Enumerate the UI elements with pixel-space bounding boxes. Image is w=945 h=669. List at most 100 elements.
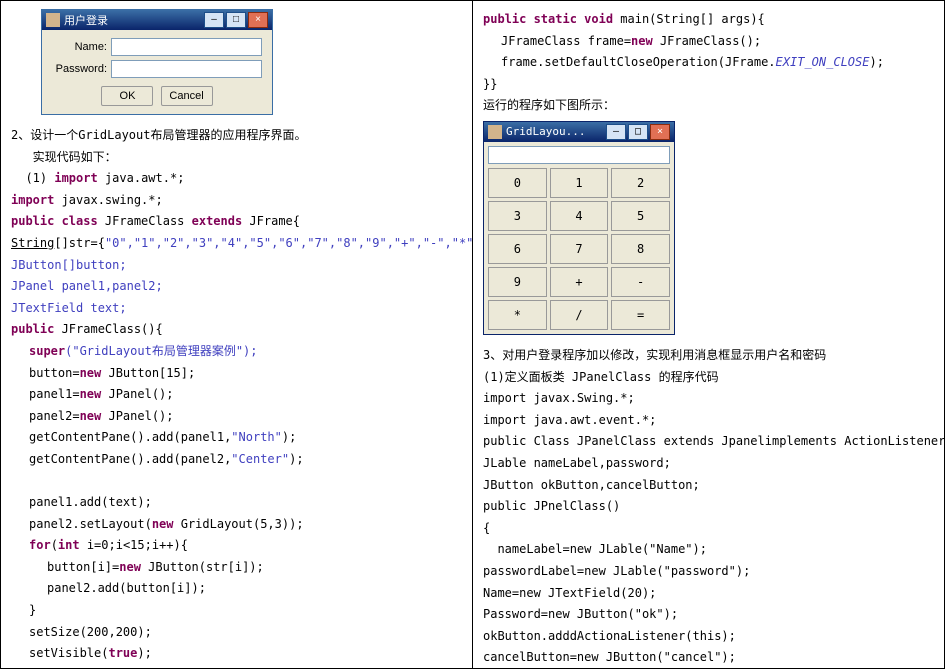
grid-button[interactable]: / xyxy=(550,300,609,330)
code-line: Name=new JTextField(20); xyxy=(483,583,934,605)
t: JFrameClass(); xyxy=(660,34,761,48)
grid-button[interactable]: + xyxy=(550,267,609,297)
kw: public xyxy=(11,322,62,336)
code-line: JPanel panel1,panel2; xyxy=(11,276,462,298)
close-icon[interactable]: × xyxy=(650,124,670,140)
maximize-icon[interactable]: □ xyxy=(226,12,246,28)
t: JFrame{ xyxy=(249,214,300,228)
t: GridLayout(5,3)); xyxy=(181,517,304,531)
code-line: panel1=new JPanel(); xyxy=(11,384,462,406)
code-line: panel1.add(text); xyxy=(11,492,462,514)
grid-textfield[interactable] xyxy=(488,146,670,164)
t: ); xyxy=(869,55,883,69)
minimize-icon[interactable]: – xyxy=(606,124,626,140)
t: getContentPane().add(panel2, xyxy=(29,452,231,466)
t: "Center" xyxy=(231,452,289,466)
grid-button[interactable]: 4 xyxy=(550,201,609,231)
t: button= xyxy=(29,366,80,380)
code-line: getContentPane().add(panel2,"Center"); xyxy=(11,449,462,471)
name-label: Name: xyxy=(52,41,107,53)
code-line: String[]str={"0","1","2","3","4","5","6"… xyxy=(11,233,462,255)
t: panel2= xyxy=(29,409,80,423)
name-input[interactable] xyxy=(111,38,262,56)
kw: extends xyxy=(192,214,250,228)
text-line: 实现代码如下： xyxy=(11,147,462,169)
t: i=0;i<15;i++){ xyxy=(87,538,188,552)
code-line: JTextField text; xyxy=(11,298,462,320)
code-line: setVisible(true); xyxy=(11,643,462,665)
kw: true xyxy=(108,646,137,660)
code-line: for(int i=0;i<15;i++){ xyxy=(11,535,462,557)
login-title: 用户登录 xyxy=(64,12,202,28)
grid-button[interactable]: 3 xyxy=(488,201,547,231)
code-line: getContentPane().add(panel1,"North"); xyxy=(11,427,462,449)
grid-button[interactable]: 9 xyxy=(488,267,547,297)
grid-button[interactable]: - xyxy=(611,267,670,297)
grid-button[interactable]: 2 xyxy=(611,168,670,198)
kw: new xyxy=(152,517,181,531)
kw: new xyxy=(119,560,148,574)
kw: public static void xyxy=(483,12,620,26)
t: frame.setDefaultCloseOperation(JFrame. xyxy=(501,55,776,69)
text-line: 2、设计一个GridLayout布局管理器的应用程序界面。 xyxy=(11,125,462,147)
t: main(String[] args){ xyxy=(620,12,765,26)
t: getContentPane().add(panel1, xyxy=(29,430,231,444)
ok-button[interactable]: OK xyxy=(101,86,153,106)
t: JButton(str[i]); xyxy=(148,560,264,574)
right-column: public static void main(String[] args){ … xyxy=(473,1,944,668)
grid-button[interactable]: 0 xyxy=(488,168,547,198)
kw: new xyxy=(80,409,109,423)
left-column: 用户登录 – □ × Name: Password: OK Cancel xyxy=(1,1,473,668)
minimize-icon[interactable]: – xyxy=(204,12,224,28)
code-line: public JPnelClass() xyxy=(483,496,934,518)
kw: int xyxy=(58,538,87,552)
t: ); xyxy=(282,430,296,444)
code-line: setResizable(false); xyxy=(11,665,462,668)
text-line: (1)定义面板类 JPanelClass 的程序代码 xyxy=(483,367,934,389)
code-line: JButton[]button; xyxy=(11,255,462,277)
login-body: Name: Password: OK Cancel xyxy=(42,30,272,114)
close-icon[interactable]: × xyxy=(248,12,268,28)
code-line: public JFrameClass(){ xyxy=(11,319,462,341)
t: panel2.setLayout( xyxy=(29,517,152,531)
document-page: 用户登录 – □ × Name: Password: OK Cancel xyxy=(0,0,945,669)
maximize-icon[interactable]: □ xyxy=(628,124,648,140)
kw: new xyxy=(80,366,109,380)
t: JFrameClass xyxy=(105,214,192,228)
grid-title: GridLayou... xyxy=(506,125,604,138)
code-line: JButton okButton,cancelButton; xyxy=(483,475,934,497)
t: JPanel panel1,panel2; xyxy=(11,279,163,293)
code-line: button[i]=new JButton(str[i]); xyxy=(11,557,462,579)
code-line: panel2.add(button[i]); xyxy=(11,578,462,600)
kw: import xyxy=(54,171,97,185)
t: ( xyxy=(51,538,58,552)
app-icon xyxy=(46,13,60,27)
grid-button[interactable]: 5 xyxy=(611,201,670,231)
grid-button[interactable]: 8 xyxy=(611,234,670,264)
code-line: } xyxy=(11,600,462,622)
kw: new xyxy=(631,34,660,48)
code-line: super("GridLayout布局管理器案例"); xyxy=(11,341,462,363)
kw: for xyxy=(29,538,51,552)
t: setVisible( xyxy=(29,646,108,660)
t: java.awt.*; xyxy=(98,171,185,185)
t: panel1= xyxy=(29,387,80,401)
t: setSize(200,200); xyxy=(29,625,152,639)
password-input[interactable] xyxy=(111,60,262,78)
cancel-button[interactable]: Cancel xyxy=(161,86,213,106)
login-dialog: 用户登录 – □ × Name: Password: OK Cancel xyxy=(41,9,273,115)
kw: public class xyxy=(11,214,105,228)
t: JPanel(); xyxy=(108,387,173,401)
grid-button[interactable]: 6 xyxy=(488,234,547,264)
t: ("GridLayout布局管理器案例"); xyxy=(65,344,257,358)
code-line: setSize(200,200); xyxy=(11,622,462,644)
code-line: panel2=new JPanel(); xyxy=(11,406,462,428)
grid-button[interactable]: * xyxy=(488,300,547,330)
grid-button[interactable]: = xyxy=(611,300,670,330)
code-line: import javax.swing.*; xyxy=(11,190,462,212)
kw: new xyxy=(80,387,109,401)
grid-button[interactable]: 7 xyxy=(550,234,609,264)
password-row: Password: xyxy=(52,60,262,78)
name-row: Name: xyxy=(52,38,262,56)
grid-button[interactable]: 1 xyxy=(550,168,609,198)
